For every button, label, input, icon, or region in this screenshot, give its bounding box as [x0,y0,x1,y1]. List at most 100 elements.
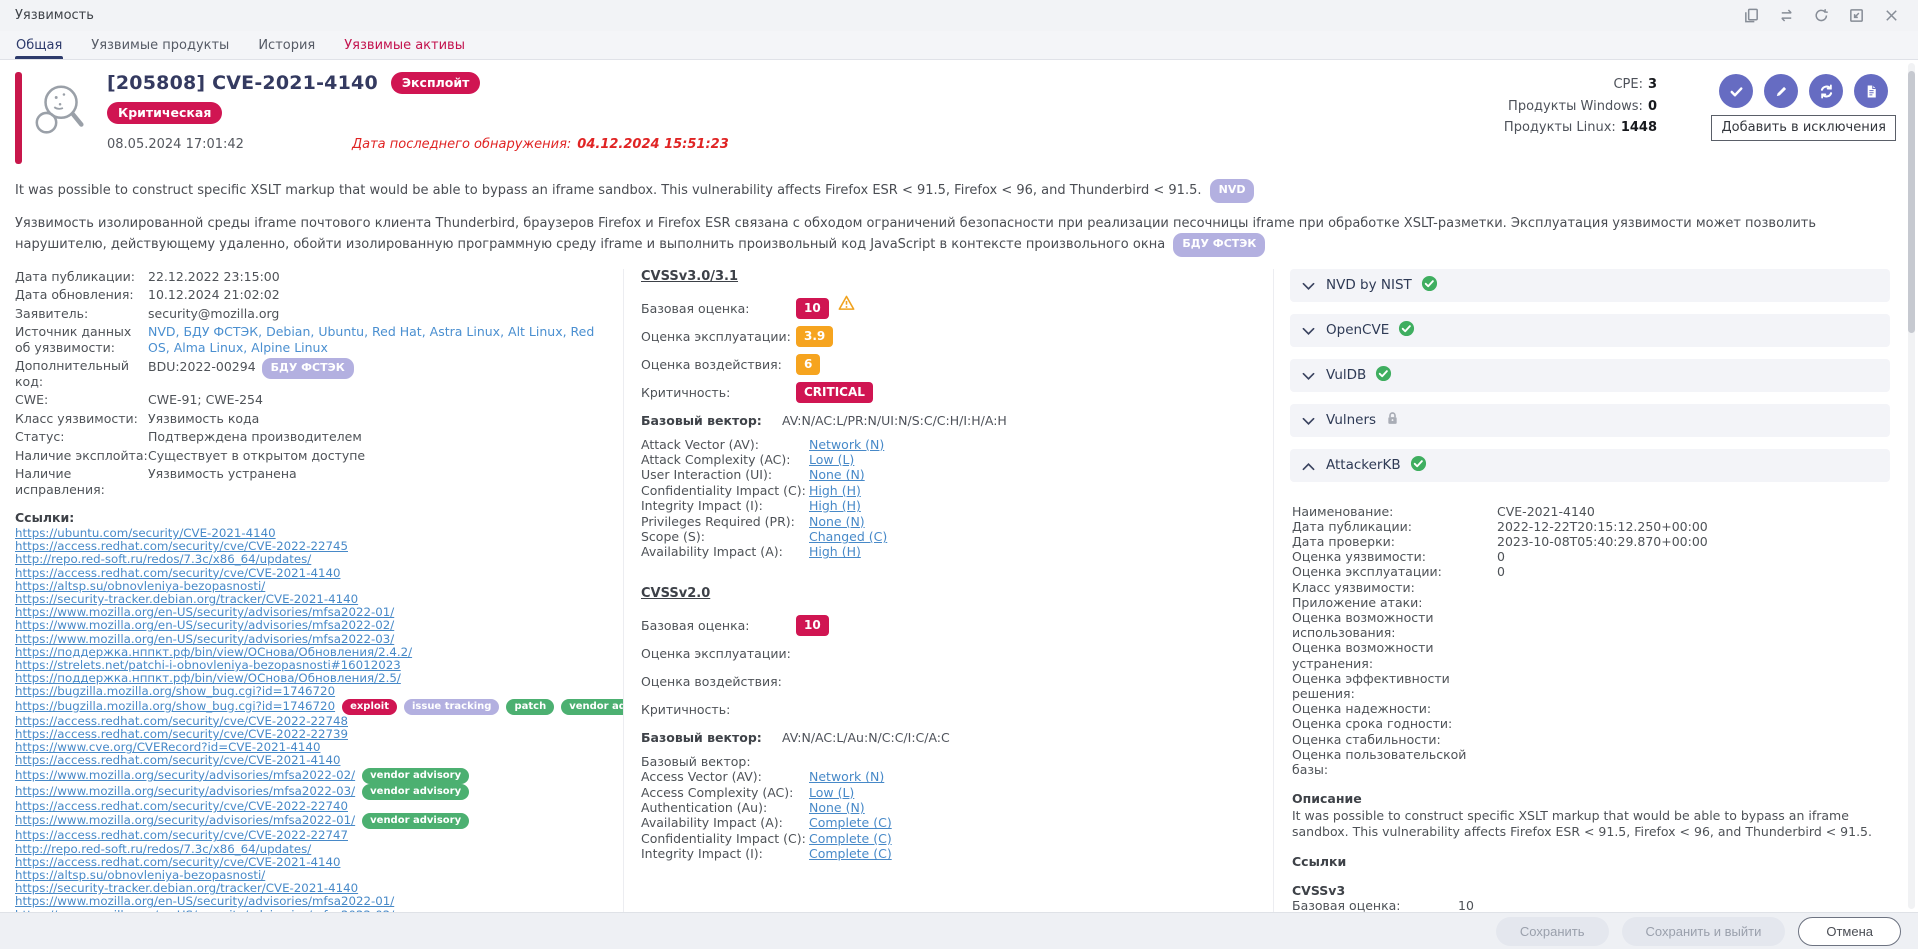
cvss-metric-label: Integrity Impact (I): [641,846,763,862]
reference-link[interactable]: https://access.redhat.com/security/cve/C… [15,855,340,869]
attackerkb-cvss3-title: CVSSv3 [1292,882,1346,898]
reference-link[interactable]: https://www.mozilla.org/en-US/security/a… [15,632,394,646]
reference-link[interactable]: https://security-tracker.debian.org/trac… [15,592,358,606]
reference-link[interactable]: https://access.redhat.com/security/cve/C… [15,714,348,728]
cvss-score-row: Оценка эксплуатации: [641,640,1273,668]
reference-link[interactable]: https://strelets.net/patchi-i-obnovleniy… [15,658,401,672]
reference-link[interactable]: https://www.mozilla.org/en-US/security/a… [15,605,394,619]
cvss-metric-value-link[interactable]: High (H) [809,483,861,498]
detail-source-links[interactable]: NVD, БДУ ФСТЭК, Debian, Ubuntu, Red Hat,… [148,324,594,355]
detail-value: Существует в открытом доступе [148,448,613,464]
reference-link[interactable]: http://repo.red-soft.ru/redos/7.3c/x86_6… [15,842,311,856]
reference-link[interactable]: https://bugzilla.mozilla.org/show_bug.cg… [15,684,335,698]
tab-2[interactable]: История [257,31,316,59]
tab-0[interactable]: Общая [15,31,64,59]
source-panel-vulners[interactable]: Vulners [1290,403,1890,437]
report-button[interactable] [1854,74,1888,108]
source-panel-opencve[interactable]: OpenCVE [1290,313,1890,347]
link-badge-patch: patch [506,698,555,715]
cvss-score-label: Оценка воздействия: [641,674,782,690]
layout-swap-icon[interactable] [1778,7,1795,24]
cvss-score-badge: 10 [796,615,829,637]
detail-value-text: 22.12.2022 23:15:00 [148,268,280,284]
reference-link[interactable]: https://access.redhat.com/security/cve/C… [15,727,348,741]
reference-link[interactable]: https://поддержка.нппкт.рф/bin/view/ОСно… [15,645,412,659]
tab-label: История [258,37,316,53]
attackerkb-row: Оценка стабильности: [1292,732,1890,747]
detail-row: Дата публикации: 22.12.2022 23:15:00 [15,269,613,285]
detail-value: CWE-91; CWE-254 [148,392,613,408]
reference-link[interactable]: https://www.mozilla.org/security/advisor… [15,813,355,827]
chevron-down-icon [1302,366,1315,385]
source-panel-nvd-by-nist[interactable]: NVD by NIST [1290,268,1890,302]
detail-value: Подтверждена производителем [148,429,613,445]
reference-link[interactable]: https://www.cve.org/CVERecord?id=CVE-202… [15,740,320,754]
cvss-metric-value-link[interactable]: None (N) [809,514,865,529]
cvss-metric-value-link[interactable]: Low (L) [809,785,854,800]
sync-button[interactable] [1809,74,1843,108]
warning-icon [838,295,855,310]
status-ok-icon [1399,320,1415,336]
save-and-exit-button[interactable]: Сохранить и выйти [1621,916,1786,946]
reference-link[interactable]: https://поддержка.нппкт.рф/bin/view/ОСно… [15,671,401,685]
cvss-metric-value-link[interactable]: Changed (C) [809,529,887,544]
cvss-metric-value-link[interactable]: None (N) [809,800,865,815]
cancel-button[interactable]: Отмена [1798,916,1901,946]
pencil-icon [1776,86,1786,96]
approve-button[interactable] [1719,74,1753,108]
reference-link-row: https://www.mozilla.org/security/advisor… [15,767,613,784]
save-button[interactable]: Сохранить [1495,916,1609,946]
source-panel-vuldb[interactable]: VulDB [1290,358,1890,392]
reference-link[interactable]: https://altsp.su/obnovleniya-bezopasnost… [15,579,265,593]
cvss-metric-value-link[interactable]: None (N) [809,467,865,482]
reference-link[interactable]: https://access.redhat.com/security/cve/C… [15,753,340,767]
lock-icon [1385,410,1400,430]
tab-3[interactable]: Уязвимые активы [343,31,466,59]
cvss-metric-value-link[interactable]: Complete (C) [809,846,892,861]
reference-link[interactable]: https://www.mozilla.org/security/advisor… [15,784,355,798]
cvss-metric-value-link[interactable]: Network (N) [809,437,884,452]
close-icon[interactable] [1883,7,1900,24]
cvss-metric-value-link[interactable]: Complete (C) [809,831,892,846]
attackerkb-cvss3-label: Базовая оценка: [1292,897,1401,912]
exploit-badge: Эксплойт [390,72,481,94]
cvss-metric-value-link[interactable]: High (H) [809,544,861,559]
edit-button[interactable] [1764,74,1798,108]
reference-link[interactable]: https://www.mozilla.org/security/advisor… [15,768,355,782]
reference-link[interactable]: https://access.redhat.com/security/cve/C… [15,799,348,813]
attackerkb-row-label: Оценка уязвимости: [1292,549,1427,565]
created-datetime: 08.05.2024 17:01:42 [107,137,244,152]
attackerkb-row: Дата публикации: 2022-12-22T20:15:12.250+… [1292,519,1890,534]
tab-label: Уязвимые активы [344,37,465,53]
source-panel-attackerkb[interactable]: AttackerKB [1290,448,1890,482]
source-panel-label: VulDB [1326,367,1367,383]
scrollbar-track[interactable] [1908,63,1915,909]
reference-link[interactable]: https://access.redhat.com/security/cve/C… [15,828,348,842]
reference-link[interactable]: https://ubuntu.com/security/CVE-2021-414… [15,526,276,540]
tab-1[interactable]: Уязвимые продукты [90,31,230,59]
cvss-score-row: Критичность: [641,696,1273,724]
cvss-metric-value-link[interactable]: Low (L) [809,452,854,467]
reference-link[interactable]: http://repo.red-soft.ru/redos/7.3c/x86_6… [15,552,311,566]
restore-window-icon[interactable] [1848,7,1865,24]
cvss-metric-value-link[interactable]: High (H) [809,498,861,513]
detail-label: Статус: [15,429,65,444]
reference-link[interactable]: https://altsp.su/obnovleniya-bezopasnost… [15,868,265,882]
detail-value-text: Существует в открытом доступе [148,447,366,463]
cvss-metric-value-link[interactable]: Network (N) [809,769,884,784]
scrollbar-thumb[interactable] [1908,71,1915,333]
reference-link[interactable]: https://security-tracker.debian.org/trac… [15,881,358,895]
reference-link[interactable]: https://bugzilla.mozilla.org/show_bug.cg… [15,699,335,713]
cvss-vector-label: Базовый вектор: [641,412,762,428]
copy-icon[interactable] [1743,7,1760,24]
warning-icon [838,295,855,314]
cvss-score-label: Оценка эксплуатации: [641,329,791,344]
cvss-metric-row: Confidentiality Impact (C): High (H) [641,483,1273,498]
reference-link[interactable]: https://www.mozilla.org/en-US/security/a… [15,894,394,908]
cvss-metric-value-link[interactable]: Complete (C) [809,815,892,830]
bdu-fstek-badge: БДУ ФСТЭК [261,358,354,379]
reference-link[interactable]: https://access.redhat.com/security/cve/C… [15,539,348,553]
reference-link[interactable]: https://access.redhat.com/security/cve/C… [15,566,340,580]
refresh-icon[interactable] [1813,7,1830,24]
reference-link[interactable]: https://www.mozilla.org/en-US/security/a… [15,618,394,632]
